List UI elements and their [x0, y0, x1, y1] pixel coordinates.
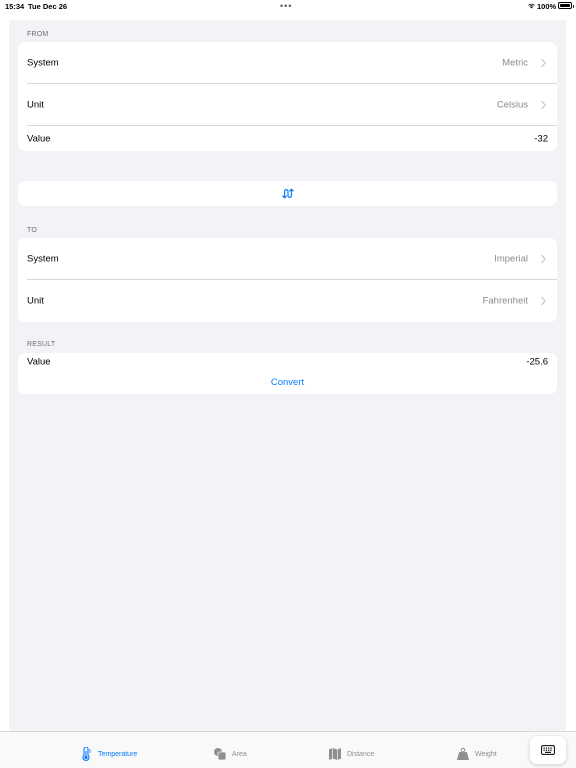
to-section-header: TO: [27, 227, 37, 234]
from-system-label: System: [27, 57, 59, 68]
map-icon: [329, 748, 341, 760]
tab-weight[interactable]: Weight: [456, 746, 497, 762]
from-value-row[interactable]: Value -32: [27, 126, 557, 151]
from-unit-label: Unit: [27, 99, 44, 110]
status-bar: 15:34 Tue Dec 26 ••• 100%: [0, 0, 576, 14]
chevron-right-icon: [541, 296, 546, 306]
result-value-row: Value -25.6: [27, 353, 557, 371]
to-system-label: System: [27, 253, 59, 264]
to-group: System Imperial Unit Fahrenheit: [18, 238, 557, 322]
chevron-right-icon: [541, 254, 546, 263]
from-value-label: Value: [27, 133, 51, 144]
status-time: 15:34: [5, 2, 25, 11]
tab-bar: Temperature Area Distance Weight: [0, 731, 576, 768]
from-system-value: Metric: [502, 57, 528, 68]
to-system-row[interactable]: System Imperial: [27, 238, 557, 280]
status-date: Tue Dec 26: [28, 2, 68, 11]
keyboard-toggle-button[interactable]: [530, 736, 566, 764]
from-value-input[interactable]: -32: [534, 133, 548, 144]
chevron-right-icon: [541, 58, 546, 67]
tab-distance[interactable]: Distance: [328, 746, 374, 762]
swap-arrows-icon: [281, 188, 294, 199]
tab-weight-label: Weight: [475, 750, 497, 758]
result-group: Value -25.6 Convert: [18, 353, 557, 394]
tab-area-label: Area: [232, 750, 247, 758]
result-section-header: RESULT: [27, 341, 56, 348]
result-value-label: Value: [27, 356, 51, 368]
convert-button[interactable]: Convert: [18, 371, 557, 394]
from-unit-row[interactable]: Unit Celsius: [27, 84, 557, 126]
from-system-row[interactable]: System Metric: [27, 42, 557, 84]
from-unit-value: Celsius: [496, 99, 528, 110]
thermometer-icon: [82, 747, 91, 761]
tab-distance-label: Distance: [347, 750, 375, 758]
keyboard-icon: [541, 745, 555, 755]
from-section-header: FROM: [27, 31, 49, 38]
chevron-right-icon: [541, 100, 546, 109]
to-unit-label: Unit: [27, 295, 44, 307]
to-system-value: Imperial: [494, 253, 528, 264]
swap-units-button[interactable]: [18, 181, 557, 206]
converter-form: FROM System Metric Unit Celsius Value -3…: [9, 20, 566, 731]
tab-area[interactable]: Area: [213, 746, 247, 762]
wifi-icon: [528, 3, 535, 9]
battery-icon: [558, 2, 574, 9]
result-value: -25.6: [526, 356, 548, 368]
to-unit-row[interactable]: Unit Fahrenheit: [27, 280, 557, 322]
tab-temperature-label: Temperature: [98, 750, 138, 758]
scale-weight-icon: [457, 747, 469, 760]
multitasking-dots-icon[interactable]: •••: [280, 1, 292, 11]
from-group: System Metric Unit Celsius Value -32: [18, 42, 557, 151]
to-unit-value: Fahrenheit: [482, 295, 528, 307]
tab-temperature[interactable]: Temperature: [79, 746, 137, 762]
area-shapes-icon: [214, 748, 227, 761]
battery-percent: 100%: [537, 2, 557, 11]
